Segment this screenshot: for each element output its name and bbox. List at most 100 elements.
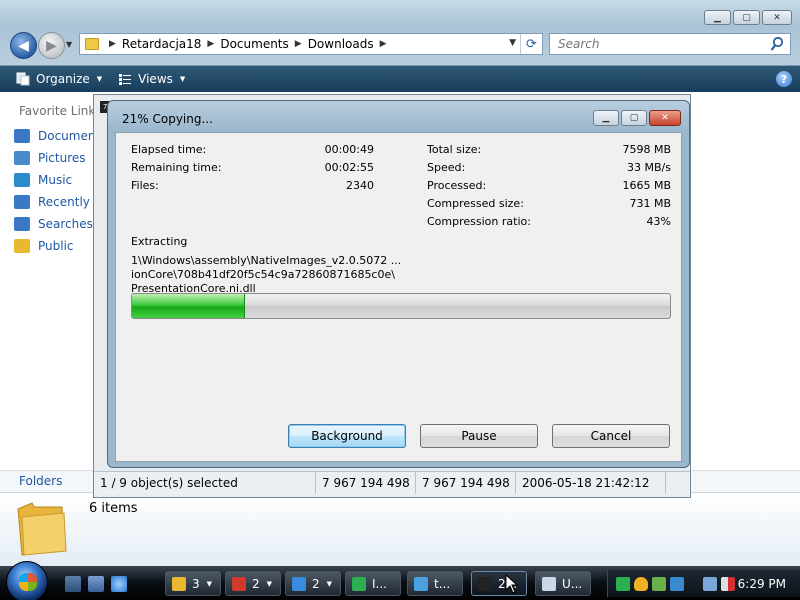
- show-desktop-icon[interactable]: [65, 576, 81, 592]
- breadcrumb-item[interactable]: Downloads: [308, 37, 374, 51]
- search-input[interactable]: [550, 34, 760, 54]
- pictures-icon: [14, 151, 30, 165]
- pause-button[interactable]: Pause: [420, 424, 538, 448]
- breadcrumb-item[interactable]: Documents: [220, 37, 288, 51]
- connection-icon[interactable]: [703, 577, 717, 591]
- folders-label[interactable]: Folders: [19, 474, 62, 488]
- breadcrumb-chevron-icon[interactable]: ▶: [295, 39, 302, 49]
- refresh-button[interactable]: ⟳: [520, 34, 542, 54]
- minimize-button[interactable]: ▁: [704, 10, 731, 25]
- recent-icon: [14, 195, 30, 209]
- status-selected: 1 / 9 object(s) selected: [94, 472, 316, 494]
- clock[interactable]: 6:29 PM: [738, 577, 786, 591]
- stat-label: Speed:: [427, 161, 466, 174]
- stat-value: 43%: [646, 215, 671, 228]
- navigation-pane: Favorite Links Documents Pictures Music Rec…: [0, 92, 147, 492]
- security-tray-icon[interactable]: [652, 577, 666, 591]
- searches-icon: [14, 217, 30, 231]
- search-icon[interactable]: [770, 36, 784, 52]
- stat-label: Compression ratio:: [427, 215, 531, 228]
- current-file-path: 1\Windows\assembly\NativeImages_v2.0.507…: [131, 254, 651, 296]
- documents-icon: [14, 129, 30, 143]
- views-menu[interactable]: Views ▼: [118, 72, 185, 86]
- back-arrow-icon: ◀: [18, 37, 29, 54]
- status-size: 7 967 194 498: [316, 472, 416, 494]
- help-icon[interactable]: ?: [776, 71, 792, 87]
- progress-bar-fill: [132, 294, 245, 318]
- music-icon: [14, 173, 30, 187]
- taskbar-button[interactable]: 3 ▼: [165, 571, 221, 596]
- favorite-link[interactable]: Music: [14, 171, 72, 189]
- dialog-maximize-button[interactable]: ▢: [621, 110, 647, 126]
- taskbar-button-label: 2: [312, 576, 320, 591]
- taskbar-button[interactable]: U...: [535, 571, 591, 596]
- stat-value: 1665 MB: [622, 179, 671, 192]
- address-bar[interactable]: ▶ Retardacja18 ▶ Documents ▶ Downloads ▶…: [79, 33, 543, 55]
- flag-tray-icon[interactable]: [616, 577, 630, 591]
- address-dropdown-icon[interactable]: ▼: [509, 38, 516, 48]
- breadcrumb-chevron-icon[interactable]: ▶: [207, 39, 214, 49]
- network-tray-icon[interactable]: [670, 577, 684, 591]
- chevron-down-icon: ▼: [206, 579, 213, 588]
- stat-label: Compressed size:: [427, 197, 524, 210]
- stat-value: 00:02:55: [324, 161, 374, 174]
- favorite-link[interactable]: Pictures: [14, 149, 86, 167]
- chevron-down-icon: ▼: [96, 75, 103, 83]
- taskbar-button[interactable]: 2 ▼: [225, 571, 281, 596]
- operation-label: Extracting: [131, 235, 188, 248]
- stat-row: Processed: 1665 MB: [427, 179, 671, 195]
- stat-value: 33 MB/s: [627, 161, 671, 174]
- organize-menu[interactable]: Organize ▼: [16, 72, 102, 86]
- favorite-link-label: Searches: [38, 217, 93, 231]
- cancel-button[interactable]: Cancel: [552, 424, 670, 448]
- explorer-caption-buttons: ▁ ▢ ✕: [704, 10, 792, 25]
- internet-explorer-icon[interactable]: [111, 576, 127, 592]
- maximize-button[interactable]: ▢: [733, 10, 760, 25]
- breadcrumb-chevron-icon[interactable]: ▶: [109, 39, 116, 49]
- chevron-down-icon: ▼: [179, 75, 186, 83]
- switch-windows-icon[interactable]: [88, 576, 104, 592]
- favorite-link[interactable]: Searches: [14, 215, 93, 233]
- stat-row: Total size: 7598 MB: [427, 143, 671, 159]
- shield-icon[interactable]: [634, 577, 648, 591]
- taskbar-button-label: I...: [372, 576, 387, 591]
- taskbar-button[interactable]: t...: [407, 571, 463, 596]
- background-button[interactable]: Background: [288, 424, 406, 448]
- taskbar-button-label: t...: [434, 576, 451, 591]
- dialog-close-button[interactable]: ✕: [649, 110, 681, 126]
- recent-pages-dropdown[interactable]: ▼: [66, 40, 72, 49]
- path-line: 1\Windows\assembly\NativeImages_v2.0.507…: [131, 254, 402, 281]
- close-button[interactable]: ✕: [762, 10, 792, 25]
- stat-value: 731 MB: [629, 197, 671, 210]
- search-box[interactable]: [549, 33, 791, 55]
- breadcrumb-item[interactable]: Retardacja18: [122, 37, 202, 51]
- stat-value: 7598 MB: [622, 143, 671, 156]
- stat-value: 00:00:49: [324, 143, 374, 156]
- 7zip-app-icon: [478, 576, 492, 591]
- dialog-minimize-button[interactable]: ▁: [593, 110, 619, 126]
- back-button[interactable]: ◀: [10, 32, 37, 59]
- favorite-link-label: Public: [38, 239, 74, 253]
- stat-row: Remaining time: 00:02:55: [131, 161, 374, 177]
- dialog-caption-buttons: ▁ ▢ ✕: [593, 110, 681, 126]
- favorite-links-heading: Favorite Links: [19, 104, 102, 118]
- public-folder-icon: [14, 239, 30, 253]
- details-pane: 6 items: [0, 492, 800, 566]
- dialog-title: 21% Copying...: [122, 112, 213, 126]
- breadcrumb-chevron-icon[interactable]: ▶: [380, 39, 387, 49]
- organize-icon: [16, 72, 30, 86]
- organize-label: Organize: [36, 72, 90, 86]
- taskbar-button-label: 3: [192, 576, 200, 591]
- views-icon: [119, 74, 132, 85]
- taskbar-button[interactable]: 2 ▼: [285, 571, 341, 596]
- taskbar-button[interactable]: I...: [345, 571, 401, 596]
- volume-muted-icon[interactable]: [721, 577, 735, 591]
- forward-button[interactable]: ▶: [38, 32, 65, 59]
- favorite-link[interactable]: Public: [14, 237, 74, 255]
- folder-group-icon: [172, 576, 186, 591]
- mouse-cursor-icon: [505, 574, 519, 594]
- stat-label: Elapsed time:: [131, 143, 207, 156]
- start-button[interactable]: [6, 561, 48, 600]
- stat-row: Speed: 33 MB/s: [427, 161, 671, 177]
- refresh-icon: ⟳: [526, 36, 537, 52]
